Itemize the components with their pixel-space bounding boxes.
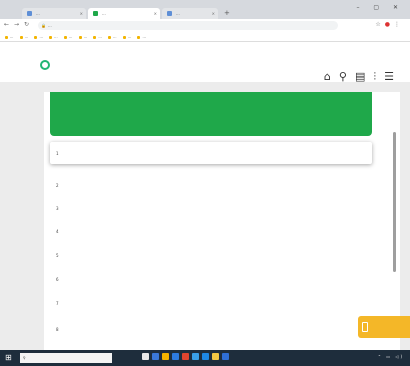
tab-label: ...: [176, 11, 180, 16]
taskbar-app-icon[interactable]: [142, 353, 149, 360]
taskbar-app-icon[interactable]: [222, 353, 229, 360]
content-scrollbar[interactable]: [393, 132, 396, 272]
tab-favicon-icon: [93, 11, 98, 16]
taskbar-app-icon[interactable]: [202, 353, 209, 360]
bookmark-item[interactable]: ...: [79, 32, 87, 41]
browser-tab-1[interactable]: ... ×: [22, 8, 86, 19]
system-tray[interactable]: ⌃ ▭ ◁): [378, 354, 404, 359]
bookmark-item[interactable]: ...: [137, 32, 145, 41]
table-row[interactable]: 5: [50, 244, 372, 266]
site-logo[interactable]: [40, 58, 52, 72]
tab-label: ...: [102, 11, 106, 16]
taskbar-app-icon[interactable]: [212, 353, 219, 360]
table-row[interactable]: 3: [50, 197, 372, 219]
table-row[interactable]: 7: [50, 292, 372, 314]
chart-icon[interactable]: ⫶: [373, 70, 384, 83]
row-number: 8: [56, 327, 59, 332]
chat-widget-button[interactable]: [358, 316, 410, 338]
close-tab-icon[interactable]: ×: [212, 8, 215, 19]
table-header: [50, 92, 372, 136]
row-number: 3: [56, 206, 59, 211]
search-icon: ⚲: [23, 356, 26, 360]
browser-tab-3[interactable]: ... ×: [162, 8, 218, 19]
taskbar-app-icons: [142, 353, 232, 361]
taskbar-app-icon[interactable]: [152, 353, 159, 360]
new-tab-button[interactable]: +: [224, 8, 230, 19]
main-content: 1 2 3 4 5 6 7 8: [44, 92, 400, 350]
tab-label: ...: [36, 11, 40, 16]
tab-favicon-icon: [27, 11, 32, 16]
lock-icon: 🔒: [41, 23, 46, 28]
bookmark-item[interactable]: ...: [123, 32, 131, 41]
row-number: 5: [56, 253, 59, 258]
browser-tab-2-active[interactable]: ... ×: [88, 8, 160, 19]
close-tab-icon[interactable]: ×: [80, 8, 83, 19]
site-header: ⌂⚲▤⫶☰: [0, 42, 410, 84]
bookmark-item[interactable]: ...: [108, 32, 116, 41]
location-icon[interactable]: ⚲: [339, 70, 355, 83]
table-row[interactable]: 1: [50, 142, 372, 164]
forward-arrow-icon[interactable]: →: [14, 21, 19, 28]
bookmark-item[interactable]: ...: [20, 32, 28, 41]
row-number: 7: [56, 301, 59, 306]
back-arrow-icon[interactable]: ←: [4, 21, 9, 28]
url-field[interactable]: 🔒 ...: [38, 21, 338, 30]
table-row[interactable]: 6: [50, 268, 372, 290]
header-icon-group: ⌂⚲▤⫶☰: [324, 70, 402, 84]
table-row[interactable]: 8: [50, 318, 372, 340]
bookmark-item[interactable]: ...: [49, 32, 57, 41]
logo-mark-icon: [40, 59, 50, 70]
bookmark-item[interactable]: ...: [34, 32, 42, 41]
close-tab-icon[interactable]: ×: [154, 8, 157, 19]
browser-extension-icons[interactable]: ☆●⋮: [375, 21, 404, 28]
row-number: 1: [56, 151, 59, 156]
home-icon[interactable]: ⌂: [324, 70, 339, 83]
phone-icon: [362, 322, 368, 332]
document-icon[interactable]: ▤: [355, 70, 373, 83]
bookmark-item[interactable]: ...: [5, 32, 13, 41]
bookmark-item[interactable]: ...: [93, 32, 101, 41]
row-number: 2: [56, 183, 59, 188]
taskbar-app-icon[interactable]: [172, 353, 179, 360]
tab-favicon-icon: [167, 11, 172, 16]
taskbar-app-icon[interactable]: [182, 353, 189, 360]
bookmarks-bar: ... ... ... ... ... ... ... ... ... ...: [0, 32, 410, 42]
address-bar-row: ← → ↻ 🔒 ... ☆●⋮: [0, 19, 410, 32]
taskbar-app-icon[interactable]: [162, 353, 169, 360]
taskbar-app-icon[interactable]: [192, 353, 199, 360]
url-text: ...: [48, 23, 52, 28]
window-controls[interactable]: – ▢ ✕: [356, 4, 404, 11]
os-taskbar: ⊞ ⚲ ⌃ ▭ ◁): [0, 350, 410, 366]
table-row[interactable]: 4: [50, 220, 372, 242]
taskbar-search-input[interactable]: ⚲: [20, 353, 112, 363]
windows-start-icon[interactable]: ⊞: [5, 353, 12, 362]
bookmark-item[interactable]: ...: [64, 32, 72, 41]
row-number: 4: [56, 229, 59, 234]
browser-tabstrip: ... × ... × ... × + – ▢ ✕: [0, 0, 410, 19]
row-number: 6: [56, 277, 59, 282]
menu-icon[interactable]: ☰: [384, 70, 402, 83]
table-row[interactable]: 2: [50, 174, 372, 196]
reload-icon[interactable]: ↻: [24, 21, 29, 28]
